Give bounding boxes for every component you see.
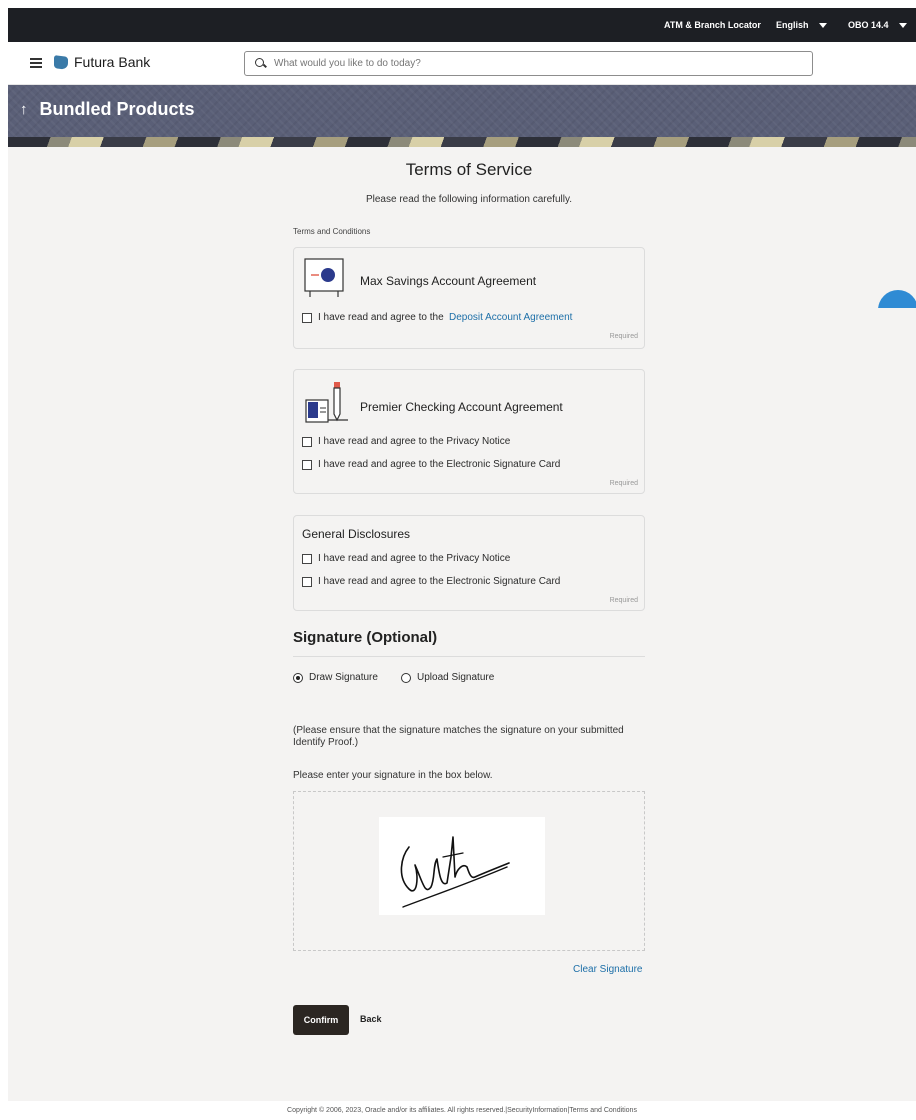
radio-selected[interactable] <box>293 672 303 683</box>
card-title: Premier Checking Account Agreement <box>360 400 563 414</box>
draw-signature-option[interactable]: Draw Signature <box>293 672 378 683</box>
agree-checkbox-row[interactable]: I have read and agree to the Privacy Not… <box>302 553 510 564</box>
agreement-card-max-savings: Max Savings Account Agreement I have rea… <box>293 247 645 349</box>
search-icon <box>255 58 266 69</box>
chevron-down-icon <box>818 22 827 28</box>
app-header: Futura Bank <box>8 42 916 85</box>
page-banner: ↑ Bundled Products <box>8 85 916 147</box>
language-selector[interactable]: English <box>776 20 827 30</box>
top-utility-bar: ATM & Branch Locator English OBO 14.4 <box>8 8 916 42</box>
user-menu[interactable]: OBO 14.4 <box>848 20 907 30</box>
page-footer: Copyright © 2006, 2023, Oracle and/or it… <box>8 1101 916 1120</box>
terms-section-label: Terms and Conditions <box>293 227 371 236</box>
required-label: Required <box>609 480 638 487</box>
check-document-icon <box>305 382 348 423</box>
agreement-card-premier-checking: Premier Checking Account Agreement I hav… <box>293 369 645 494</box>
signature-note: (Please ensure that the signature matche… <box>293 725 624 748</box>
search-bar[interactable] <box>244 51 813 76</box>
checkbox[interactable] <box>302 553 312 564</box>
agree-checkbox-row[interactable]: I have read and agree to the <box>302 312 444 323</box>
page-title: ↑ Bundled Products <box>20 99 195 119</box>
agree-checkbox-row[interactable]: I have read and agree to the Privacy Not… <box>302 436 510 447</box>
chat-assistant-icon[interactable] <box>878 290 916 308</box>
bank-logo-icon <box>54 54 68 70</box>
terms-heading: Terms of Service <box>405 160 533 179</box>
signature-instruction: Please enter your signature in the box b… <box>293 770 493 781</box>
checkbox[interactable] <box>302 459 312 470</box>
menu-icon[interactable] <box>30 58 42 68</box>
checkbox[interactable] <box>302 312 312 323</box>
confirm-button[interactable]: Confirm <box>293 1005 349 1035</box>
chevron-down-icon <box>898 22 907 28</box>
signature-heading: Signature (Optional) <box>293 629 645 657</box>
signature-canvas[interactable] <box>379 817 545 915</box>
radio-unselected[interactable] <box>401 672 411 683</box>
clear-signature-link[interactable]: Clear Signature <box>573 964 642 975</box>
arrow-up-icon[interactable]: ↑ <box>20 101 28 118</box>
safe-icon <box>304 258 344 297</box>
back-button[interactable]: Back <box>360 1014 382 1024</box>
terms-subheading: Please read the following information ca… <box>365 194 573 205</box>
agreement-card-general-disclosures: General Disclosures I have read and agre… <box>293 515 645 611</box>
checkbox[interactable] <box>302 576 312 587</box>
banner-decoration <box>8 137 916 147</box>
agree-checkbox-row[interactable]: I have read and agree to the Electronic … <box>302 459 560 470</box>
deposit-agreement-link[interactable]: Deposit Account Agreement <box>449 312 572 323</box>
required-label: Required <box>609 333 638 340</box>
upload-signature-option[interactable]: Upload Signature <box>401 672 494 683</box>
search-input[interactable] <box>274 58 794 69</box>
app-frame: ATM & Branch Locator English OBO 14.4 Fu… <box>8 8 916 1120</box>
required-label: Required <box>609 597 638 604</box>
atm-branch-locator-link[interactable]: ATM & Branch Locator <box>664 20 761 30</box>
signature-drawing <box>400 836 510 908</box>
agree-checkbox-row[interactable]: I have read and agree to the Electronic … <box>302 576 560 587</box>
card-title: Max Savings Account Agreement <box>360 274 537 288</box>
brand-logo[interactable]: Futura Bank <box>54 54 150 70</box>
checkbox[interactable] <box>302 436 312 447</box>
signature-pad[interactable] <box>293 791 645 951</box>
card-title: General Disclosures <box>302 527 411 541</box>
